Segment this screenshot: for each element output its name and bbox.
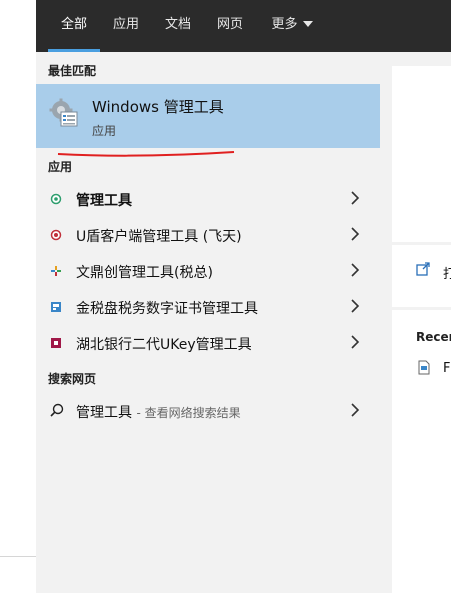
chevron-right-icon[interactable]: [350, 263, 360, 277]
preview-pane: 打 Recen F: [380, 52, 451, 593]
blue-square-icon: [51, 302, 61, 312]
open-icon[interactable]: [416, 262, 430, 276]
colored-star-icon: [51, 266, 61, 276]
app-item-label: 文鼎创管理工具(税总): [76, 265, 213, 281]
section-best-match: 最佳匹配: [48, 64, 97, 78]
recent-section-label: Recen: [416, 330, 451, 344]
preview-header-card: [392, 66, 451, 242]
search-icon: [50, 403, 64, 417]
web-search-query: 管理工具: [76, 405, 132, 421]
web-search-hint: - 查看网络搜索结果: [136, 406, 241, 420]
best-match-subtitle: 应用: [92, 124, 117, 138]
green-circle-icon: [50, 193, 62, 205]
chevron-right-icon[interactable]: [350, 299, 360, 313]
desktop-divider: [0, 556, 36, 557]
chevron-down-icon: [302, 20, 313, 27]
tab-web-label: 网页: [216, 17, 243, 32]
red-annotation-stroke: [57, 151, 235, 157]
tab-apps[interactable]: 应用: [110, 0, 142, 52]
tab-apps-label: 应用: [112, 17, 139, 32]
web-search-item[interactable]: 管理工具 - 查看网络搜索结果: [36, 393, 380, 429]
section-web-search: 搜索网页: [48, 372, 97, 386]
app-item-label: U盾客户端管理工具 (飞天): [76, 229, 242, 245]
app-item-admin-tools[interactable]: 管理工具: [36, 181, 380, 217]
chevron-right-icon[interactable]: [350, 227, 360, 241]
section-apps: 应用: [48, 160, 73, 174]
tab-web[interactable]: 网页: [214, 0, 246, 52]
tab-all[interactable]: 全部: [48, 0, 100, 52]
maroon-square-icon: [51, 338, 61, 348]
app-item-golden-tax-disk[interactable]: 金税盘税务数字证书管理工具: [36, 289, 380, 325]
chevron-right-icon[interactable]: [350, 191, 360, 205]
open-action-label[interactable]: 打: [443, 263, 451, 282]
tab-all-label: 全部: [60, 17, 87, 32]
app-item-label: 金税盘税务数字证书管理工具: [76, 301, 258, 317]
tab-documents[interactable]: 文档: [162, 0, 194, 52]
app-item-label: 湖北银行二代UKey管理工具: [76, 337, 252, 353]
red-circle-icon: [50, 229, 62, 241]
chevron-right-icon[interactable]: [350, 335, 360, 349]
gear-icon: [49, 98, 78, 127]
app-item-ushield-client[interactable]: U盾客户端管理工具 (飞天): [36, 217, 380, 253]
best-match-title: Windows 管理工具: [92, 98, 224, 116]
app-item-hubei-bank-ukey[interactable]: 湖北银行二代UKey管理工具: [36, 325, 380, 361]
preview-recent-card: [392, 310, 451, 593]
app-item-wendingchuang[interactable]: 文鼎创管理工具(税总): [36, 253, 380, 289]
desktop-background: [0, 0, 37, 593]
recent-file-label[interactable]: F: [443, 361, 450, 376]
chevron-right-icon[interactable]: [350, 403, 360, 417]
file-icon: [418, 360, 430, 375]
best-match-item[interactable]: Windows 管理工具 应用: [36, 84, 380, 148]
tab-documents-label: 文档: [164, 17, 191, 32]
tab-more[interactable]: 更多: [268, 0, 316, 52]
app-item-label: 管理工具: [76, 193, 132, 209]
tab-more-label: 更多: [271, 17, 298, 32]
web-search-label: 管理工具 - 查看网络搜索结果: [76, 402, 241, 422]
search-scope-tabbar: 全部 应用 文档 网页 更多: [36, 0, 451, 52]
search-results-panel: 最佳匹配 Windows 管理工具 应用 应用 管理工具 U盾客户端管理工具 (…: [36, 52, 380, 593]
